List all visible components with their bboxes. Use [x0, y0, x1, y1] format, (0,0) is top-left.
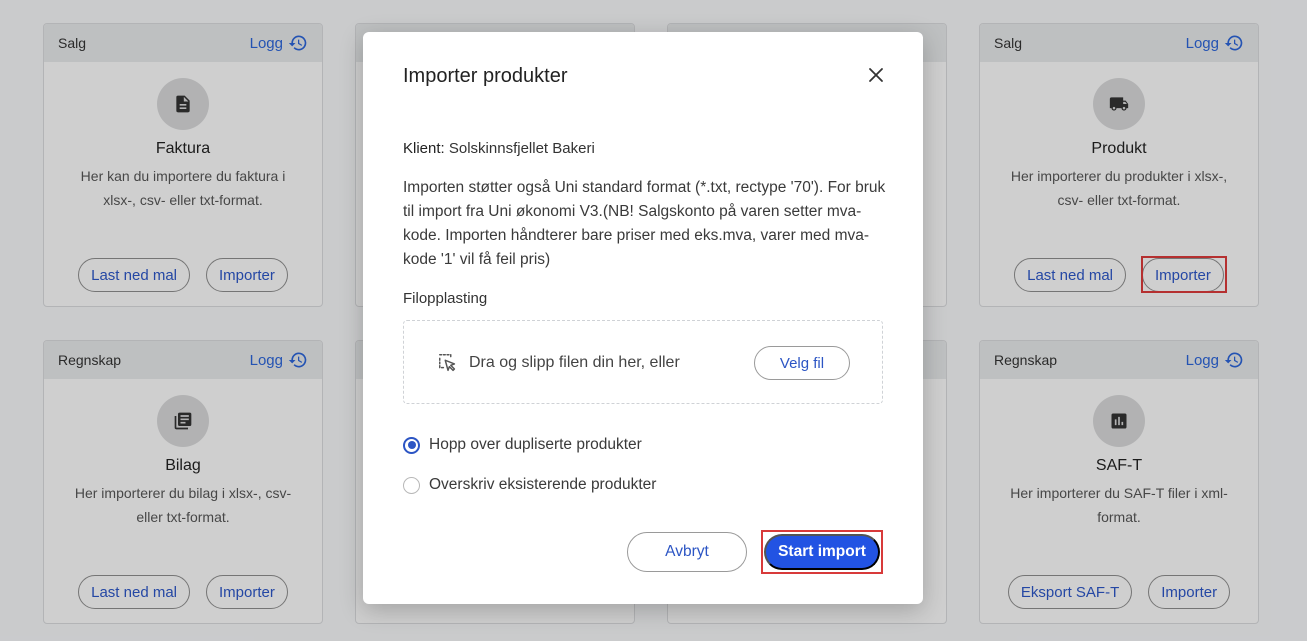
- import-info-text: Importen støtter også Uni standard forma…: [403, 179, 886, 268]
- close-icon[interactable]: [867, 66, 885, 84]
- option-label: Hopp over dupliserte produkter: [429, 436, 642, 453]
- option-label: Overskriv eksisterende produkter: [429, 476, 657, 493]
- option-skip-duplicates[interactable]: Hopp over dupliserte produkter: [403, 436, 642, 454]
- client-info: Klient: Solskinnsfjellet Bakeri: [403, 140, 595, 157]
- option-overwrite-existing[interactable]: Overskriv eksisterende produkter: [403, 476, 656, 494]
- choose-file-button[interactable]: Velg fil: [754, 346, 850, 380]
- start-import-button[interactable]: Start import: [764, 534, 880, 570]
- import-products-dialog: Importer produkter Klient: Solskinnsfjel…: [363, 32, 923, 604]
- drop-text: Dra og slipp filen din her, eller: [469, 354, 680, 371]
- drag-drop-icon: [439, 354, 456, 372]
- radio-selected[interactable]: [403, 436, 420, 454]
- cancel-button[interactable]: Avbryt: [627, 532, 747, 572]
- file-dropzone[interactable]: Dra og slipp filen din her, eller Velg f…: [403, 320, 883, 404]
- radio-unselected[interactable]: [403, 476, 420, 494]
- file-upload-label: Filopplasting: [403, 290, 488, 307]
- dialog-title: Importer produkter: [403, 65, 568, 87]
- client-name: Solskinnsfjellet Bakeri: [448, 140, 595, 157]
- client-label: Klient:: [403, 140, 445, 157]
